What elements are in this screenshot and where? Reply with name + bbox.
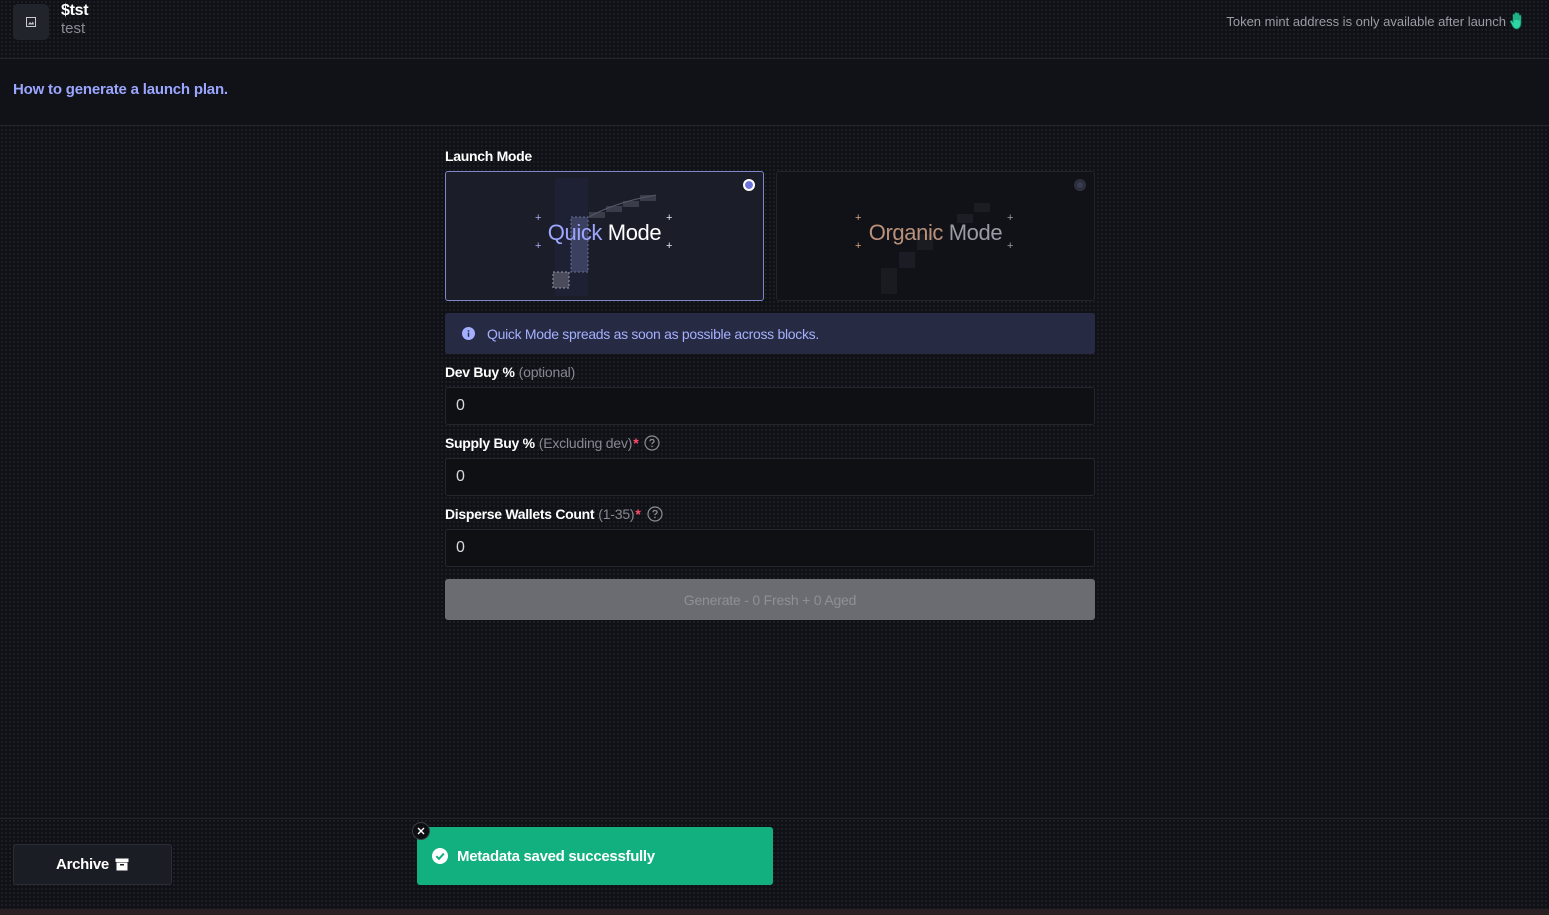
archive-button-label: Archive xyxy=(56,856,109,873)
toast-close-button[interactable] xyxy=(412,822,430,840)
quick-mode-card[interactable]: + + + + Quick Mode xyxy=(445,171,764,301)
token-name: test xyxy=(61,20,86,37)
disperse-wallets-input[interactable] xyxy=(445,529,1095,567)
supply-buy-input[interactable] xyxy=(445,458,1095,496)
subheader: How to generate a launch plan. xyxy=(0,60,1549,126)
quick-mode-title: Quick Mode xyxy=(446,220,763,246)
disperse-wallets-label-text: Disperse Wallets Count xyxy=(445,506,595,522)
dev-buy-label: Dev Buy % (optional) xyxy=(445,364,575,380)
launch-mode-options: + + + + Quick Mode + + + + Organic Mode xyxy=(445,171,1095,301)
disperse-wallets-label: Disperse Wallets Count (1-35) * xyxy=(445,506,663,522)
archive-box-icon xyxy=(115,858,129,871)
organic-mode-title: Organic Mode xyxy=(777,220,1094,246)
mode-word: Mode xyxy=(948,220,1003,245)
quick-mode-word: Quick xyxy=(547,220,603,245)
check-circle-icon xyxy=(432,848,448,864)
mode-info-banner: Quick Mode spreads as soon as possible a… xyxy=(445,313,1095,354)
quick-mode-radio[interactable] xyxy=(743,179,755,191)
organic-mode-radio[interactable] xyxy=(1074,179,1086,191)
mode-word: Mode xyxy=(607,220,662,245)
image-placeholder-icon xyxy=(26,17,36,27)
required-asterisk: * xyxy=(635,506,641,522)
dev-buy-input[interactable] xyxy=(445,387,1095,425)
token-image[interactable] xyxy=(13,4,49,40)
dev-buy-hint: (optional) xyxy=(518,364,576,380)
disperse-wallets-hint: (1-35) xyxy=(598,506,635,522)
toast-message: Metadata saved successfully xyxy=(457,847,655,865)
archive-button[interactable]: Archive xyxy=(13,844,172,885)
top-header: $tst test Token mint address is only ava… xyxy=(0,0,1549,59)
supply-buy-hint: (Excluding dev) xyxy=(538,435,633,451)
bottom-strip xyxy=(0,909,1549,915)
waving-hand-icon xyxy=(1509,12,1522,30)
question-circle-icon[interactable] xyxy=(644,435,661,451)
mint-note-text: Token mint address is only available aft… xyxy=(1226,13,1506,29)
close-icon xyxy=(417,827,425,835)
dev-buy-label-text: Dev Buy % xyxy=(445,364,515,380)
token-symbol: $tst xyxy=(61,2,89,19)
mode-info-text: Quick Mode spreads as soon as possible a… xyxy=(487,325,819,342)
question-circle-icon[interactable] xyxy=(646,506,663,522)
success-toast: Metadata saved successfully xyxy=(417,827,773,885)
how-to-generate-link[interactable]: How to generate a launch plan. xyxy=(13,81,228,98)
generate-button[interactable]: Generate - 0 Fresh + 0 Aged xyxy=(445,579,1095,620)
footer-bar: Archive xyxy=(0,818,1549,915)
mint-address-note: Token mint address is only available aft… xyxy=(1226,11,1527,31)
organic-mode-word: Organic xyxy=(868,220,944,245)
supply-buy-label-text: Supply Buy % xyxy=(445,435,535,451)
launch-mode-label: Launch Mode xyxy=(445,148,532,164)
required-asterisk: * xyxy=(633,435,639,451)
info-icon xyxy=(462,327,475,340)
supply-buy-label: Supply Buy % (Excluding dev) * xyxy=(445,435,661,451)
organic-mode-card[interactable]: + + + + Organic Mode xyxy=(776,171,1095,301)
